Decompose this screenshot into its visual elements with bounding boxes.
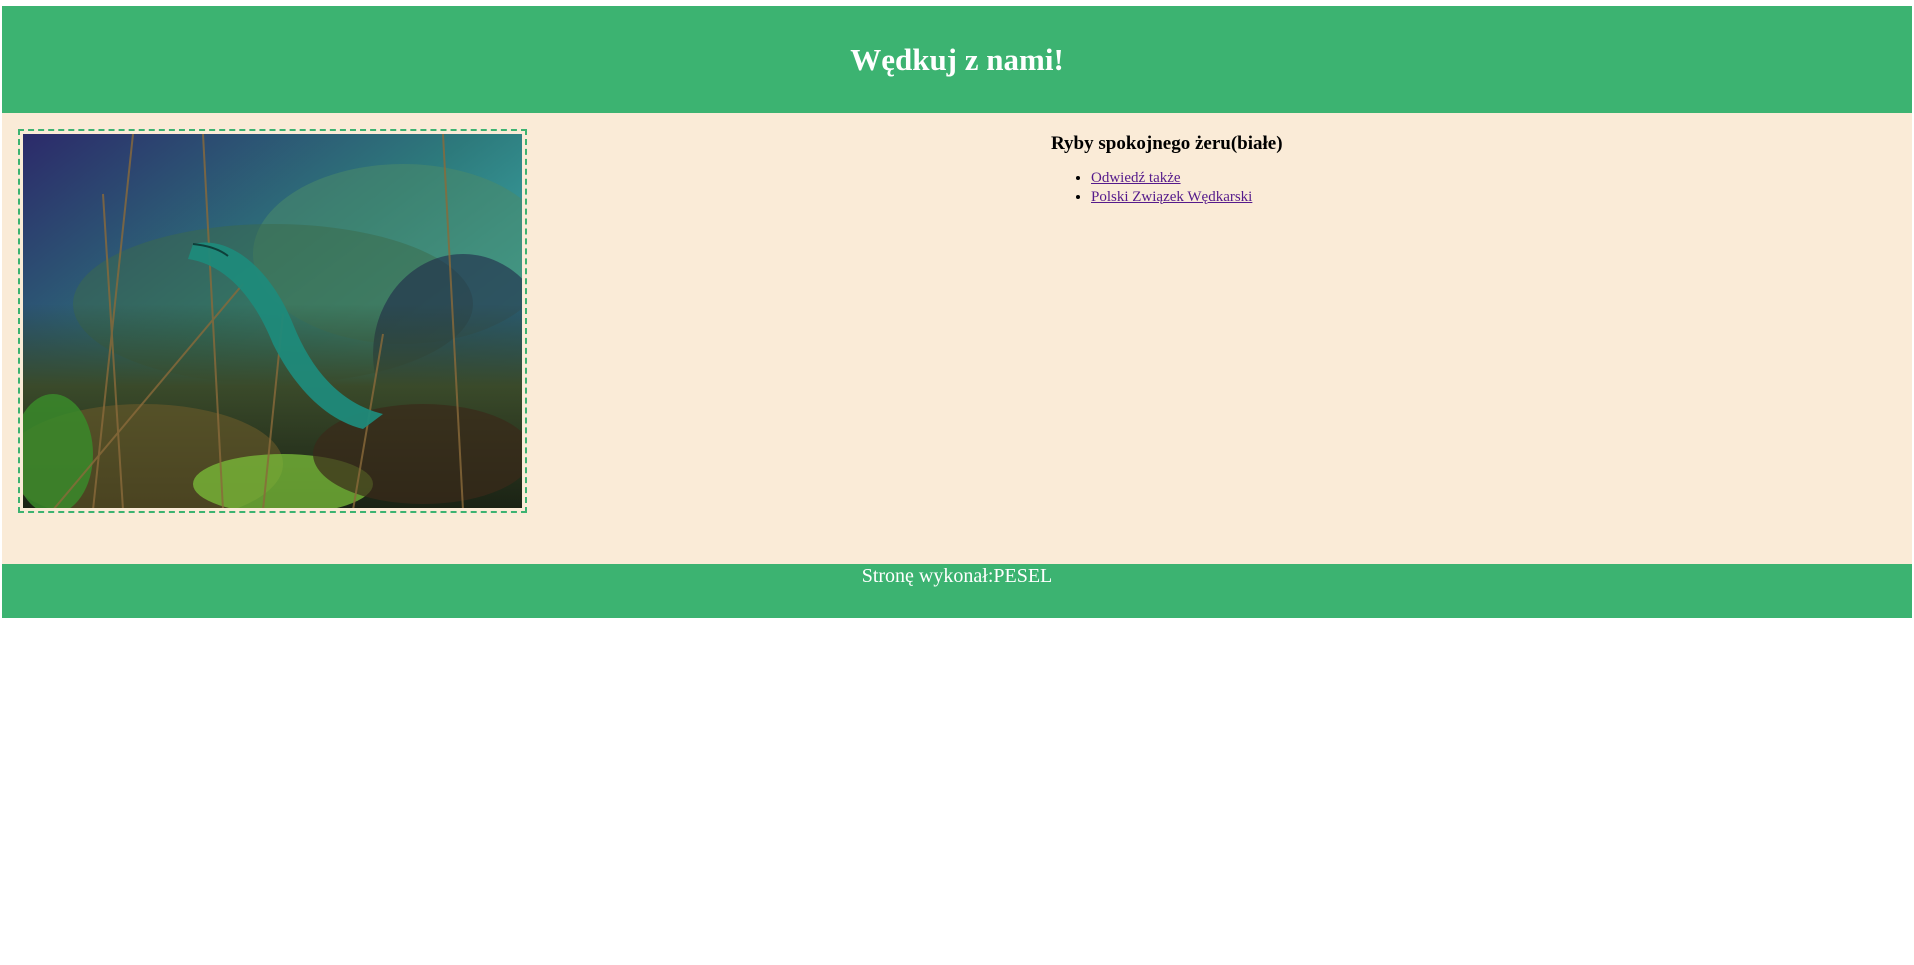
main-section: Ryby spokojnego żeru(białe) Odwiedź takż… (2, 113, 1912, 564)
list-item: Polski Związek Wędkarski (1091, 188, 1751, 207)
list-item: Odwiedź także (1091, 169, 1751, 188)
pzw-link[interactable]: Polski Związek Wędkarski (1091, 189, 1252, 205)
page: Wędkuj z nami! Ryby spokojnego żeru(biał… (2, 6, 1912, 618)
footer: Stronę wykonał:PESEL (2, 564, 1912, 618)
content-column: Ryby spokojnego żeru(białe) Odwiedź takż… (1051, 133, 1751, 207)
links-list: Odwiedź także Polski Związek Wędkarski (1051, 169, 1751, 207)
image-frame (18, 129, 527, 513)
page-title: Wędkuj z nami! (850, 41, 1064, 77)
visit-also-link[interactable]: Odwiedź także (1091, 170, 1181, 186)
footer-text: Stronę wykonał:PESEL (861, 565, 1053, 587)
fish-section-heading: Ryby spokojnego żeru(białe) (1051, 133, 1283, 154)
underwater-image (23, 134, 522, 508)
fish-photo (23, 134, 522, 508)
header-banner: Wędkuj z nami! (2, 6, 1912, 113)
